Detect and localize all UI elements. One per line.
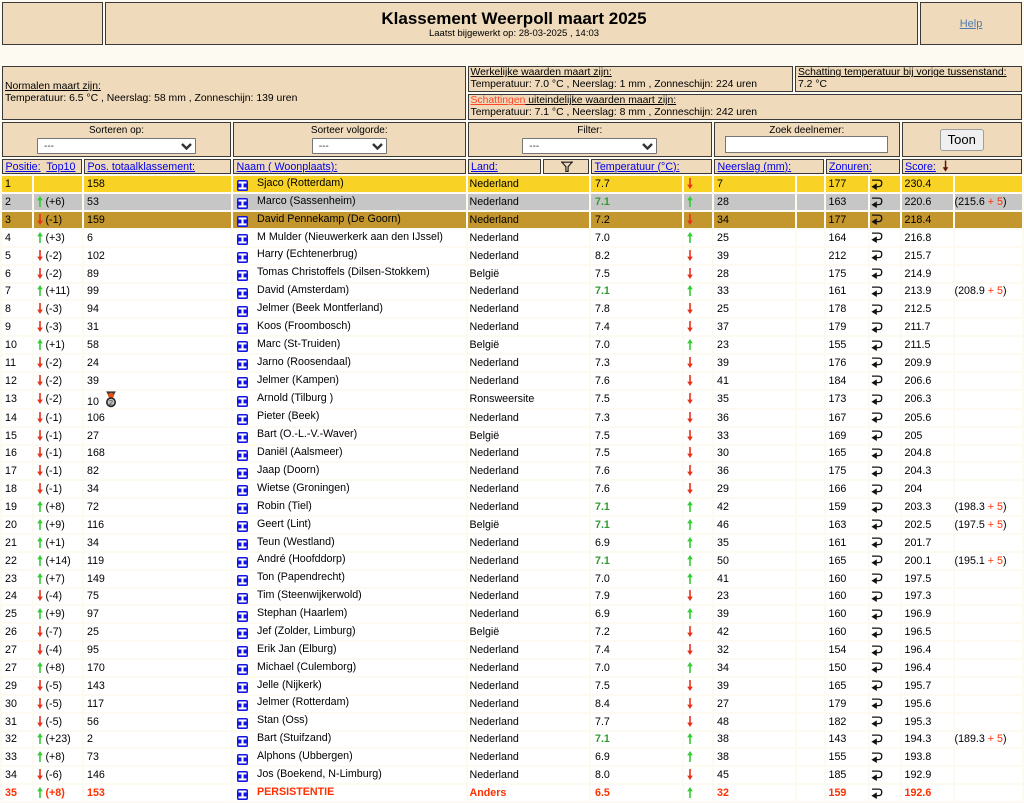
svg-text:2: 2 xyxy=(109,398,113,407)
